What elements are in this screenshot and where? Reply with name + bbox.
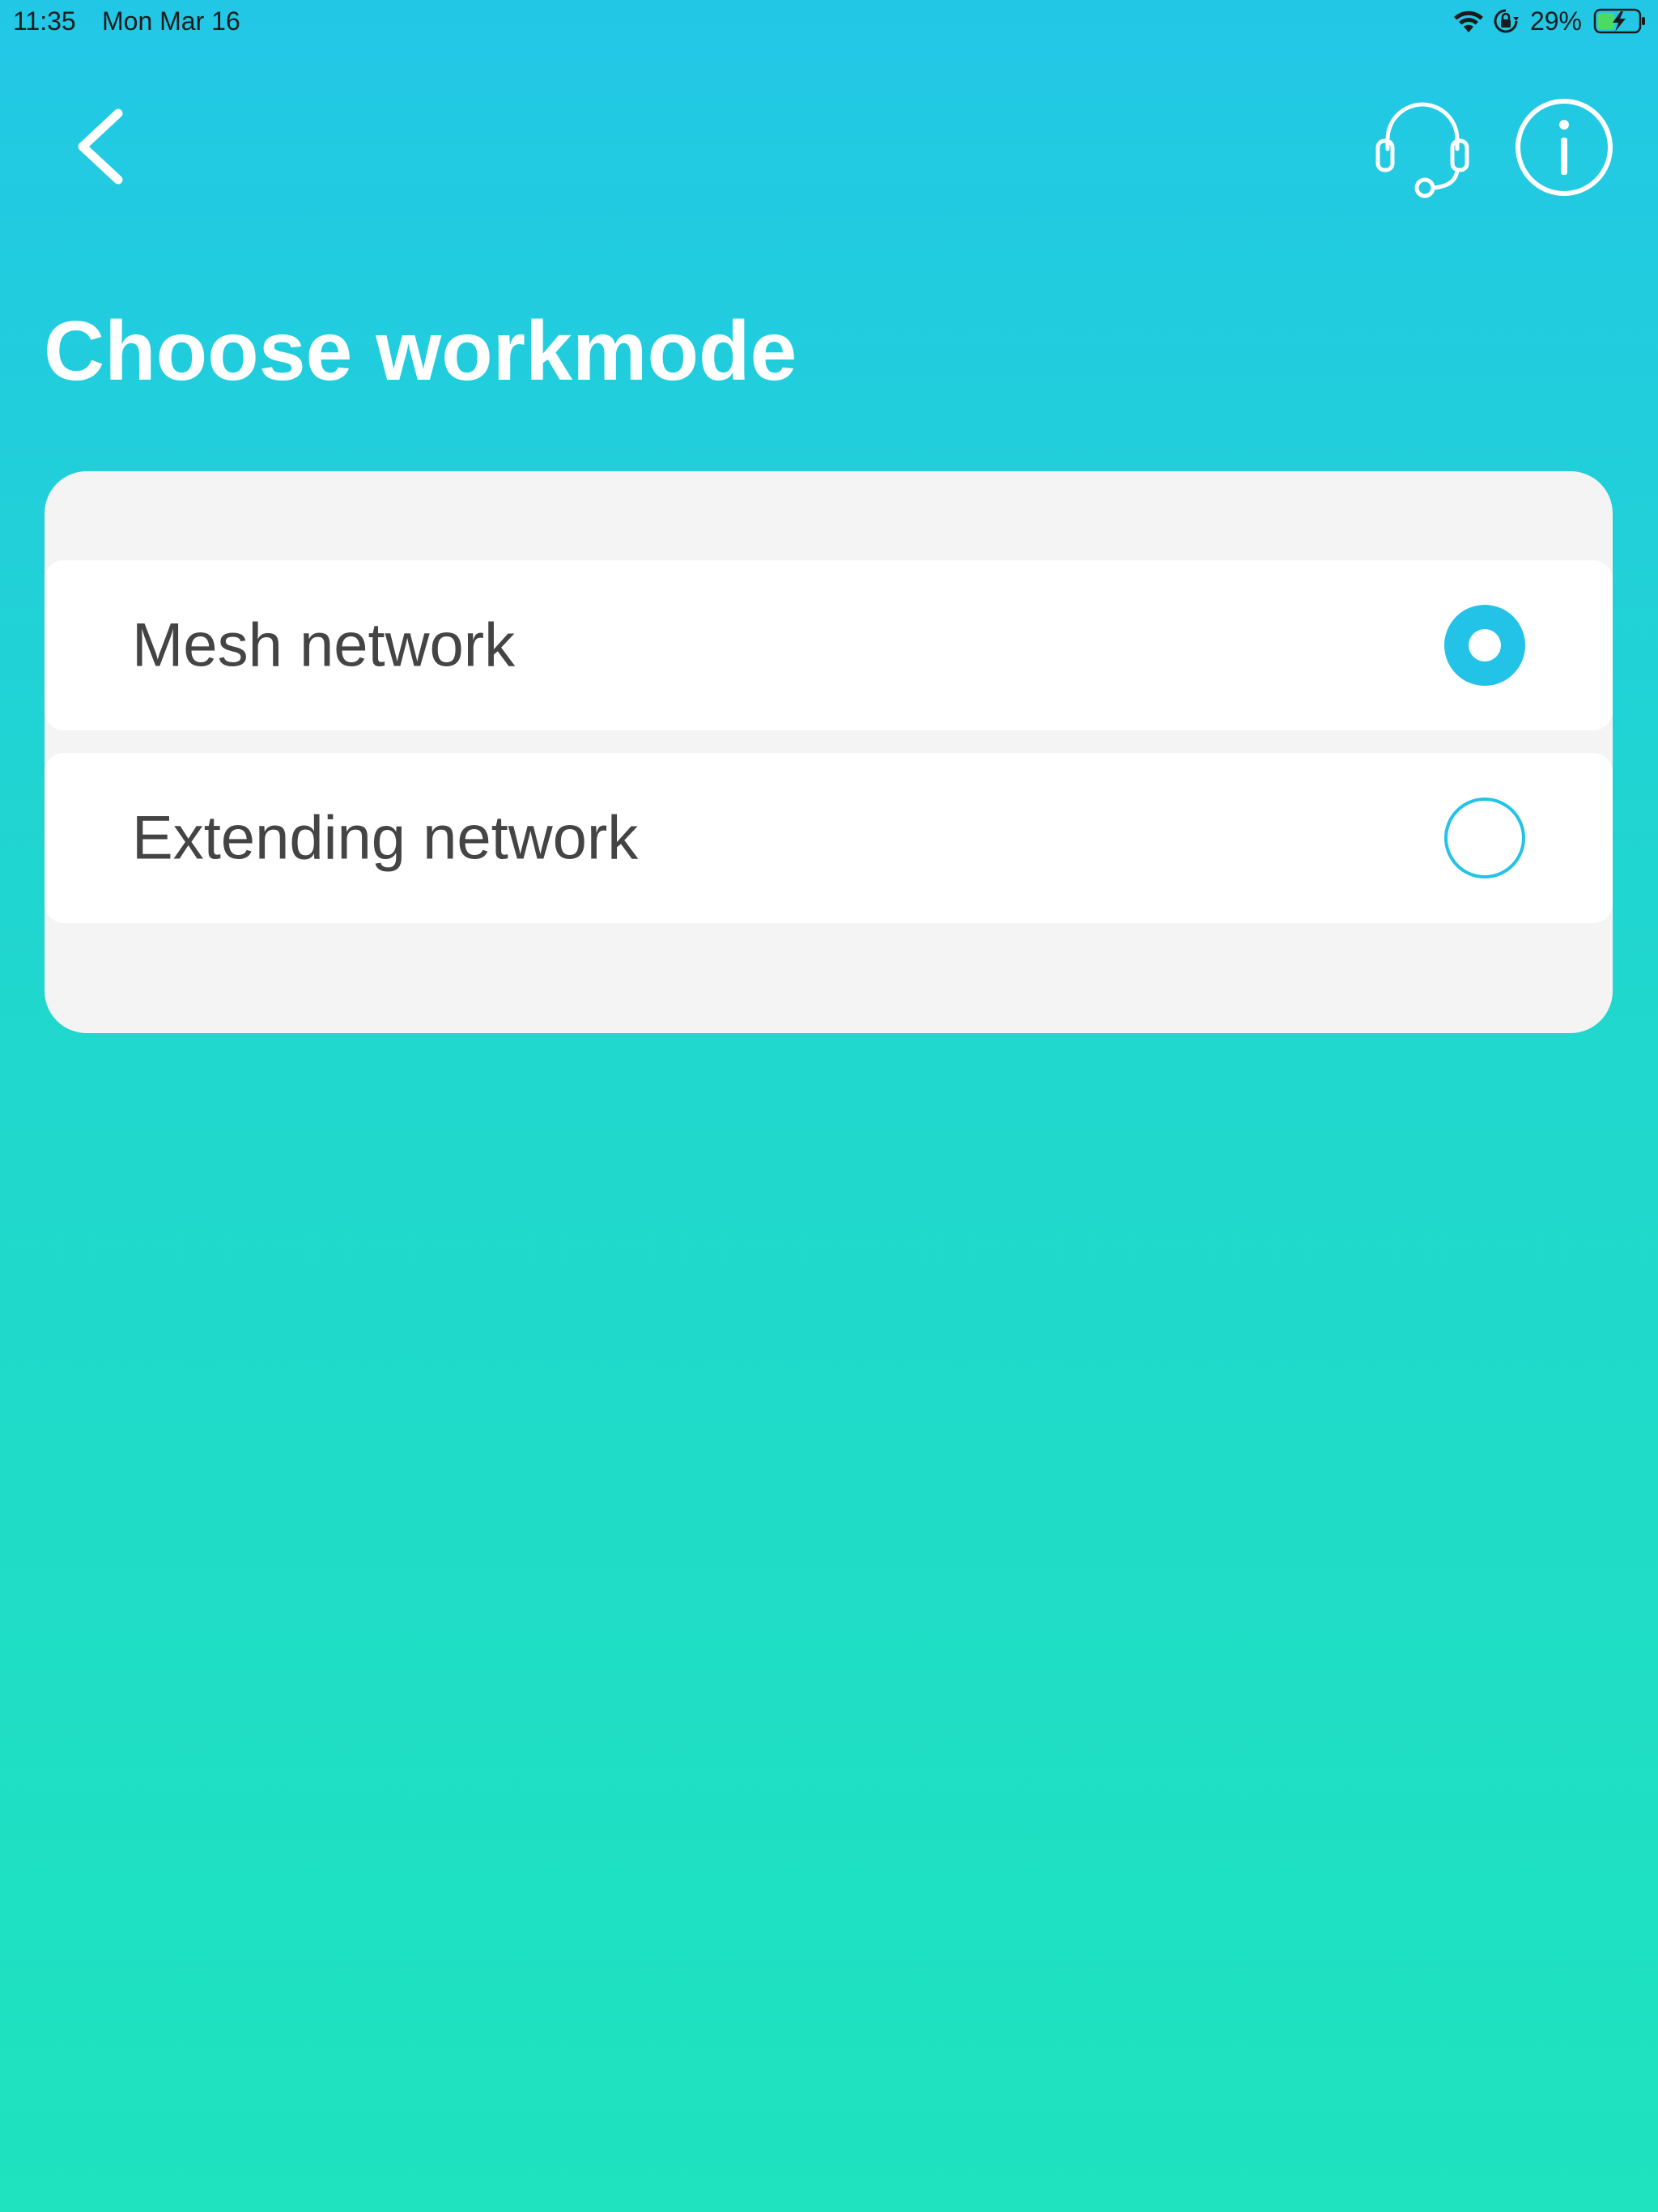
radio-dot: [1469, 629, 1501, 661]
headset-icon: [1371, 102, 1473, 202]
option-extending-network[interactable]: Extending network: [45, 753, 1613, 923]
status-bar: 11:35 Mon Mar 16 29%: [0, 0, 1658, 44]
status-indicators: 29%: [1452, 5, 1647, 37]
option-label: Mesh network: [132, 610, 516, 680]
wifi-icon: [1452, 8, 1485, 34]
status-date: Mon Mar 16: [102, 6, 240, 36]
battery-percent: 29%: [1529, 6, 1582, 36]
workmode-options-card: Mesh network Extending network: [45, 471, 1613, 1033]
radio-button-selected[interactable]: [1444, 605, 1525, 686]
back-button[interactable]: [66, 102, 139, 191]
support-button[interactable]: [1371, 96, 1473, 199]
status-time: 11:35: [13, 6, 76, 36]
chevron-left-icon: [66, 108, 139, 194]
option-label: Extending network: [132, 803, 639, 873]
page-title: Choose workmode: [44, 304, 797, 398]
orientation-lock-icon: [1493, 8, 1519, 34]
radio-button-unselected[interactable]: [1444, 798, 1525, 878]
option-mesh-network[interactable]: Mesh network: [45, 560, 1613, 730]
info-icon: [1514, 99, 1614, 201]
battery-charging-icon: [1593, 7, 1647, 35]
info-button[interactable]: [1514, 97, 1614, 198]
